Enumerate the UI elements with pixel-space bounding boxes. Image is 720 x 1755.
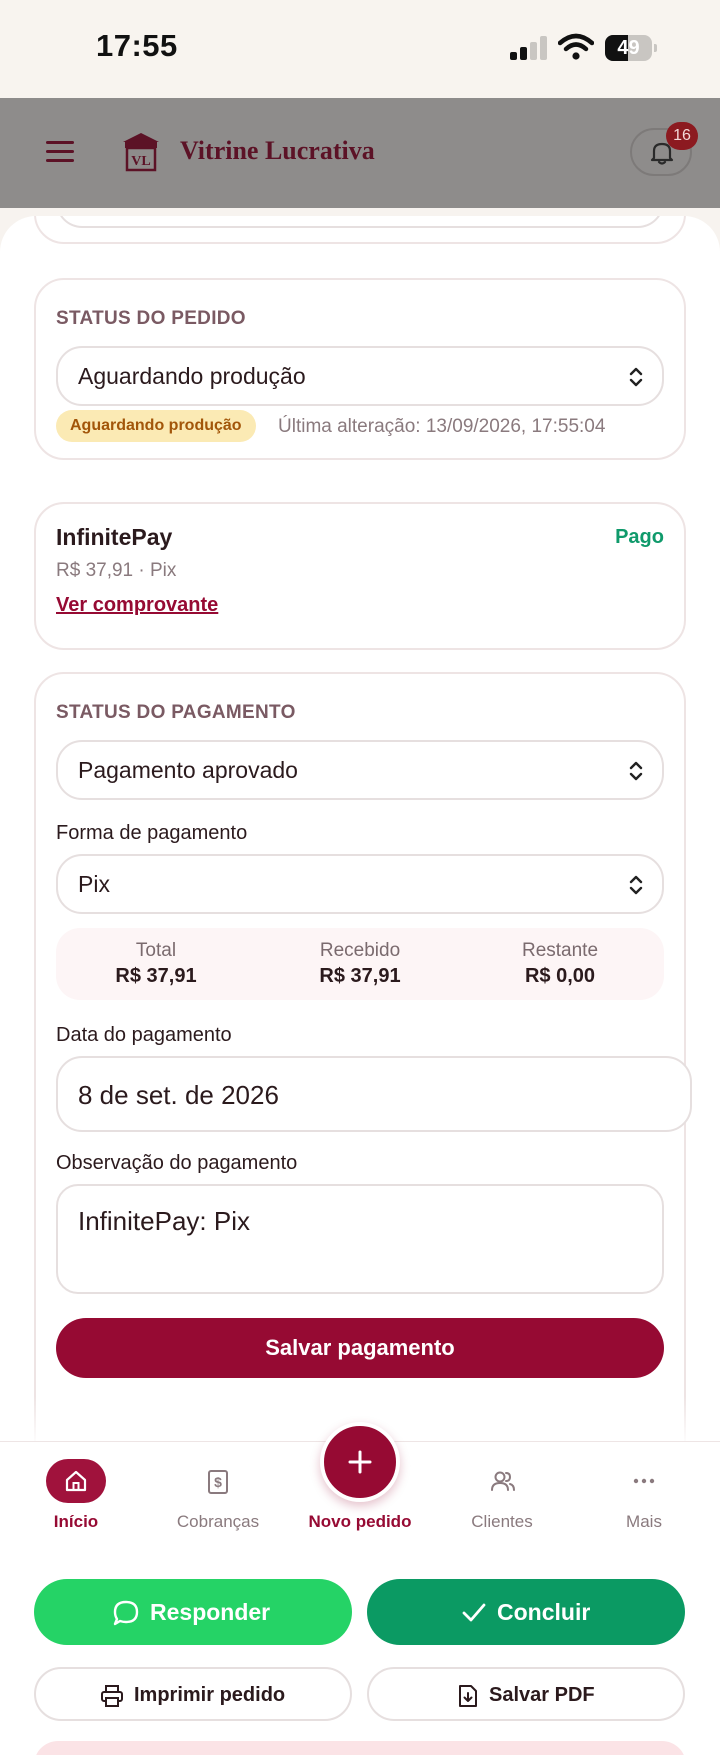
nav-home[interactable]: Início <box>4 1442 148 1568</box>
nav-clients[interactable]: Clientes <box>430 1442 574 1568</box>
summary-received: Recebido R$ 37,91 <box>260 940 460 988</box>
printer-icon <box>101 1685 123 1707</box>
order-status-label: STATUS DO PEDIDO <box>56 308 246 329</box>
plus-icon <box>348 1450 372 1474</box>
home-icon <box>65 1470 87 1492</box>
logo-text: VL <box>131 154 150 169</box>
menu-icon[interactable] <box>46 141 74 163</box>
summary-total: Total R$ 37,91 <box>56 940 256 988</box>
chevron-updown-icon <box>629 761 643 781</box>
summary-title: Recebido <box>319 940 401 961</box>
store-logo-icon: VL <box>123 133 159 172</box>
save-pdf-label: Salvar PDF <box>489 1684 595 1706</box>
nav-home-label: Início <box>53 1512 99 1531</box>
nav-more-label: Mais <box>626 1512 662 1531</box>
payment-info-card: InfinitePay Pago R$ 37,91 · Pix Ver comp… <box>34 502 686 650</box>
dollar-doc-icon: $ <box>208 1470 228 1494</box>
new-order-button[interactable] <box>320 1422 400 1502</box>
brand-name: Vitrine Lucrativa <box>180 136 375 165</box>
payment-amount-method: R$ 37,91 · Pix <box>56 560 177 581</box>
nav-clients-label: Clientes <box>471 1512 533 1531</box>
check-icon <box>462 1603 486 1622</box>
save-pdf-button[interactable]: Salvar PDF <box>367 1667 685 1721</box>
print-label: Imprimir pedido <box>134 1684 286 1706</box>
payment-method-select[interactable]: Pix <box>56 854 664 914</box>
payment-status-select[interactable]: Pagamento aprovado <box>56 740 664 800</box>
complete-button[interactable]: Concluir <box>367 1579 685 1645</box>
users-icon <box>491 1471 515 1491</box>
payment-method-value: Pix <box>78 871 110 897</box>
order-status-select[interactable]: Aguardando produção <box>56 346 664 406</box>
payment-date-value: 8 de set. de 2026 <box>78 1080 279 1110</box>
order-actions: Responder Concluir Imprimir pedido Salva… <box>0 1567 720 1755</box>
reply-label: Responder <box>150 1599 271 1625</box>
order-status-card: STATUS DO PEDIDO Aguardando produção Agu… <box>34 278 686 460</box>
paid-status: Pago <box>615 526 664 548</box>
summary-value: R$ 37,91 <box>319 965 401 987</box>
order-detail-sheet: STATUS DO PEDIDO Aguardando produção Agu… <box>0 216 720 1441</box>
next-card-peek <box>34 1741 686 1755</box>
summary-remaining: Restante R$ 0,00 <box>460 940 660 988</box>
summary-title: Total <box>135 940 177 961</box>
nav-charges[interactable]: $ Cobranças <box>146 1442 290 1568</box>
file-download-icon <box>459 1685 477 1707</box>
svg-text:$: $ <box>214 1474 222 1490</box>
reply-button[interactable]: Responder <box>34 1579 352 1645</box>
summary-value: R$ 0,00 <box>524 965 596 987</box>
payment-date-input[interactable]: 8 de set. de 2026 <box>56 1056 692 1132</box>
chevron-updown-icon <box>629 875 643 895</box>
payment-method-label: Forma de pagamento <box>56 822 248 844</box>
print-order-button[interactable]: Imprimir pedido <box>34 1667 352 1721</box>
nav-charges-label: Cobranças <box>176 1512 260 1531</box>
summary-title: Restante <box>521 940 599 961</box>
more-icon <box>633 1478 655 1484</box>
battery-percent: 49 <box>617 37 640 59</box>
save-payment-button[interactable]: Salvar pagamento <box>56 1318 664 1378</box>
payment-note-value: InfinitePay: Pix <box>78 1206 250 1236</box>
nav-new-order-label: Novo pedido <box>308 1512 412 1531</box>
nav-more[interactable]: Mais <box>572 1442 716 1568</box>
chevron-updown-icon <box>629 367 643 387</box>
payment-note-textarea[interactable]: InfinitePay: Pix <box>56 1184 664 1294</box>
payment-status-value: Pagamento aprovado <box>78 757 298 783</box>
last-change-text: Última alteração: 13/09/2026, 17:55:04 <box>278 416 606 437</box>
payment-status-label: STATUS DO PAGAMENTO <box>56 702 296 723</box>
summary-value: R$ 37,91 <box>115 965 197 987</box>
order-status-value: Aguardando produção <box>78 363 306 389</box>
wifi-icon <box>558 33 594 60</box>
notification-badge: 16 <box>666 122 698 150</box>
previous-card <box>34 216 686 244</box>
cellular-signal-icon <box>510 36 548 60</box>
payment-provider: InfinitePay <box>56 524 173 550</box>
payment-note-label: Observação do pagamento <box>56 1152 298 1174</box>
payment-date-label: Data do pagamento <box>56 1024 232 1046</box>
battery-icon: 49 <box>605 35 657 61</box>
view-receipt-link[interactable]: Ver comprovante <box>56 594 218 617</box>
status-bar: 17:55 49 <box>0 0 720 98</box>
payment-status-card: STATUS DO PAGAMENTO Pagamento aprovado F… <box>34 672 692 1441</box>
chat-bubble-icon <box>113 1600 139 1626</box>
status-badge: Aguardando produção <box>56 410 256 442</box>
clock: 17:55 <box>96 28 178 63</box>
complete-label: Concluir <box>497 1599 591 1625</box>
payment-summary: Total R$ 37,91 Recebido R$ 37,91 Restant… <box>56 928 664 1000</box>
